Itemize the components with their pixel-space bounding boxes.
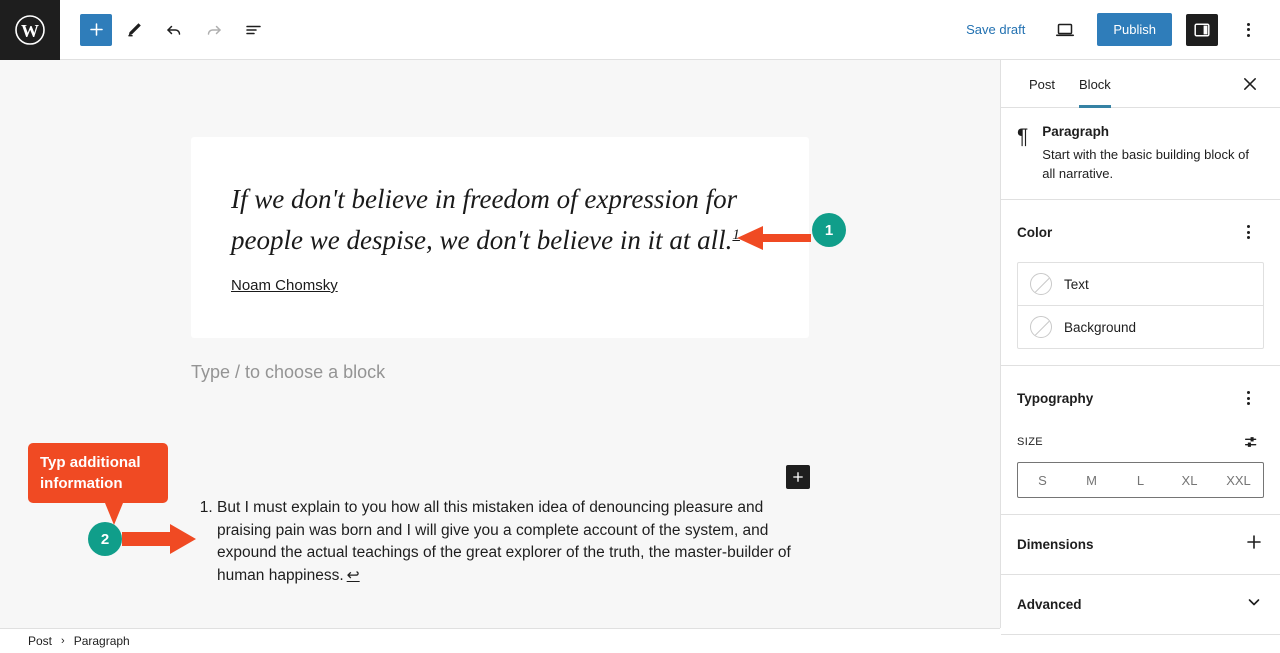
breadcrumb-item-paragraph[interactable]: Paragraph xyxy=(74,634,130,648)
svg-text:W: W xyxy=(21,21,39,41)
quote-citation[interactable]: Noam Chomsky xyxy=(231,277,338,294)
block-info-text: Paragraph Start with the basic building … xyxy=(1042,124,1264,183)
color-swatch-group: Text Background xyxy=(1017,262,1264,349)
tab-block[interactable]: Block xyxy=(1067,61,1123,108)
sidebar-tabs: Post Block xyxy=(1001,60,1280,108)
footnote-text: But I must explain to you how all this m… xyxy=(217,499,791,584)
quote-block[interactable]: If we don't believe in freedom of expres… xyxy=(191,137,809,338)
wordpress-logo-icon[interactable]: W xyxy=(0,0,60,60)
color-swatch-background[interactable]: Background xyxy=(1018,305,1263,348)
toolbar-right-group: Save draft Publish xyxy=(958,12,1280,48)
advanced-section[interactable]: Advanced xyxy=(1001,575,1280,635)
annotation-badge-2: 2 xyxy=(88,522,122,556)
desktop-preview-icon[interactable] xyxy=(1047,12,1083,48)
color-section-header: Color xyxy=(1017,216,1264,248)
return-arrow-icon[interactable]: ↩ xyxy=(347,567,360,584)
color-section-title: Color xyxy=(1017,224,1053,240)
close-icon[interactable] xyxy=(1236,70,1264,98)
typography-options-kebab-icon[interactable] xyxy=(1232,382,1264,414)
footnotes-block[interactable]: But I must explain to you how all this m… xyxy=(191,497,811,587)
font-size-xl[interactable]: XL xyxy=(1165,463,1214,497)
annotation-badge-1: 1 xyxy=(812,213,846,247)
breadcrumb-item-post[interactable]: Post xyxy=(28,634,52,648)
footnote-list: But I must explain to you how all this m… xyxy=(191,497,811,587)
color-options-kebab-icon[interactable] xyxy=(1232,216,1264,248)
annotation-tooltip-text: Typ additional information xyxy=(40,454,141,492)
editor-canvas: If we don't believe in freedom of expres… xyxy=(0,60,1000,628)
font-size-row: SIZE xyxy=(1017,430,1264,454)
font-size-label: SIZE xyxy=(1017,436,1044,448)
annotation-badge-label: 2 xyxy=(88,522,122,556)
color-swatch-label: Text xyxy=(1064,276,1089,292)
block-info-card: ¶ Paragraph Start with the basic buildin… xyxy=(1001,108,1280,200)
block-description: Start with the basic building block of a… xyxy=(1042,147,1249,181)
annotation-arrow-1 xyxy=(725,216,811,265)
color-section: Color Text Background xyxy=(1001,200,1280,366)
font-size-m[interactable]: M xyxy=(1067,463,1116,497)
empty-color-circle-icon xyxy=(1030,273,1052,295)
add-block-button[interactable] xyxy=(80,13,112,46)
chevron-down-icon[interactable] xyxy=(1244,592,1264,617)
list-item[interactable]: But I must explain to you how all this m… xyxy=(217,497,811,587)
typography-section-title: Typography xyxy=(1017,390,1094,406)
block-inserter-button[interactable] xyxy=(786,465,810,489)
advanced-section-title: Advanced xyxy=(1017,597,1082,612)
typography-section-header: Typography xyxy=(1017,382,1264,414)
color-swatch-text[interactable]: Text xyxy=(1018,263,1263,305)
dimensions-section-title: Dimensions xyxy=(1017,537,1094,552)
font-size-button-group: S M L XL XXL xyxy=(1017,462,1264,498)
redo-arrow-icon[interactable] xyxy=(196,12,232,48)
color-swatch-label: Background xyxy=(1064,319,1137,335)
quote-text[interactable]: If we don't believe in freedom of expres… xyxy=(231,179,751,261)
breadcrumb: Post › Paragraph xyxy=(0,628,1000,653)
sidebar-panel-icon[interactable] xyxy=(1186,13,1218,46)
breadcrumb-separator: › xyxy=(61,635,65,647)
list-view-icon[interactable] xyxy=(236,12,272,48)
tab-post[interactable]: Post xyxy=(1017,61,1067,107)
annotation-arrow-2 xyxy=(122,518,200,565)
block-title: Paragraph xyxy=(1042,124,1110,139)
empty-color-circle-icon xyxy=(1030,316,1052,338)
toolbar-left-group xyxy=(60,12,272,48)
plus-icon[interactable] xyxy=(1244,532,1264,557)
undo-arrow-icon[interactable] xyxy=(156,12,192,48)
editor-toolbar: W Save draft Publish xyxy=(0,0,1280,60)
tools-pencil-icon[interactable] xyxy=(116,12,152,48)
empty-paragraph-placeholder[interactable]: Type / to choose a block xyxy=(191,362,385,383)
settings-sidebar: Post Block ¶ Paragraph Start with the ba… xyxy=(1000,60,1280,635)
font-size-s[interactable]: S xyxy=(1018,463,1067,497)
font-size-l[interactable]: L xyxy=(1116,463,1165,497)
dimensions-section[interactable]: Dimensions xyxy=(1001,515,1280,575)
kebab-dots xyxy=(1246,22,1250,37)
editor-options-kebab-icon[interactable] xyxy=(1232,14,1264,46)
save-draft-button[interactable]: Save draft xyxy=(958,16,1033,43)
paragraph-pilcrow-icon: ¶ xyxy=(1017,125,1029,148)
annotation-badge-label: 1 xyxy=(812,213,846,247)
publish-button[interactable]: Publish xyxy=(1097,13,1172,46)
kebab-dots xyxy=(1246,225,1250,239)
annotation-tooltip: Typ additional information xyxy=(28,443,168,503)
wordpress-block-editor: W Save draft Publish If we don't believe… xyxy=(0,0,1280,653)
typography-section: Typography SIZE S M L XL XXL xyxy=(1001,366,1280,515)
sliders-icon[interactable] xyxy=(1240,430,1264,454)
quote-body: If we don't believe in freedom of expres… xyxy=(231,184,738,255)
font-size-xxl[interactable]: XXL xyxy=(1214,463,1263,497)
kebab-dots xyxy=(1246,391,1250,405)
